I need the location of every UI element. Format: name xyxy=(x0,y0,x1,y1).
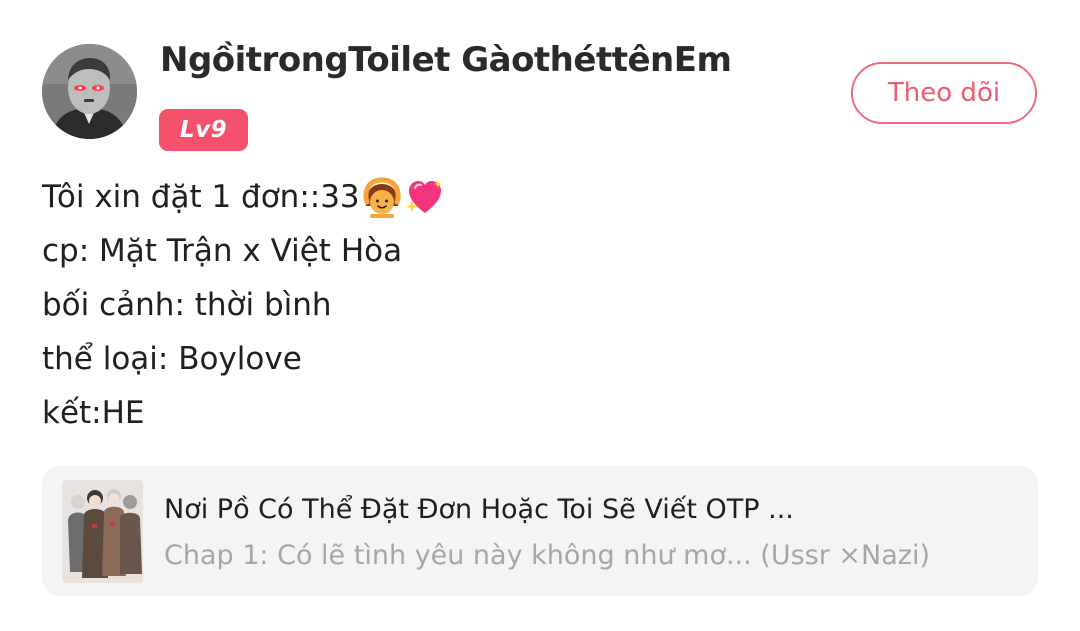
post-line: kết:HE xyxy=(42,395,145,431)
follow-button[interactable]: Theo dõi xyxy=(851,62,1037,124)
post-card: NgồitrongToilet GàothéttênEm Lv9 Theo dõ… xyxy=(0,0,1080,631)
author-avatar[interactable] xyxy=(42,44,137,139)
story-chapter: Chap 1: Có lẽ tình yêu này không như mơ.… xyxy=(164,540,930,571)
post-line-text: Tôi xin đặt 1 đơn::33 xyxy=(42,179,360,215)
author-name[interactable]: NgồitrongToilet GàothéttênEm xyxy=(160,40,732,80)
linked-story-card[interactable]: Nơi Pồ Có Thể Đặt Đơn Hoặc Toi Sẽ Viết O… xyxy=(42,466,1038,596)
profile-photo-icon xyxy=(42,44,137,139)
post-body: Tôi xin đặt 1 đơn::33 cp: Mặt Trận x Việ… xyxy=(42,170,1032,440)
story-title: Nơi Pồ Có Thể Đặt Đơn Hoặc Toi Sẽ Viết O… xyxy=(164,494,794,525)
person-gesturing-ok-emoji-icon xyxy=(361,176,403,218)
post-line: thể loại: Boylove xyxy=(42,341,302,377)
story-cover-image xyxy=(62,480,143,583)
sparkling-heart-emoji-icon xyxy=(404,176,446,218)
post-line: bối cảnh: thời bình xyxy=(42,287,332,323)
post-line: Tôi xin đặt 1 đơn::33 xyxy=(42,170,1032,224)
level-badge: Lv9 xyxy=(159,109,248,151)
post-line: cp: Mặt Trận x Việt Hòa xyxy=(42,233,403,269)
